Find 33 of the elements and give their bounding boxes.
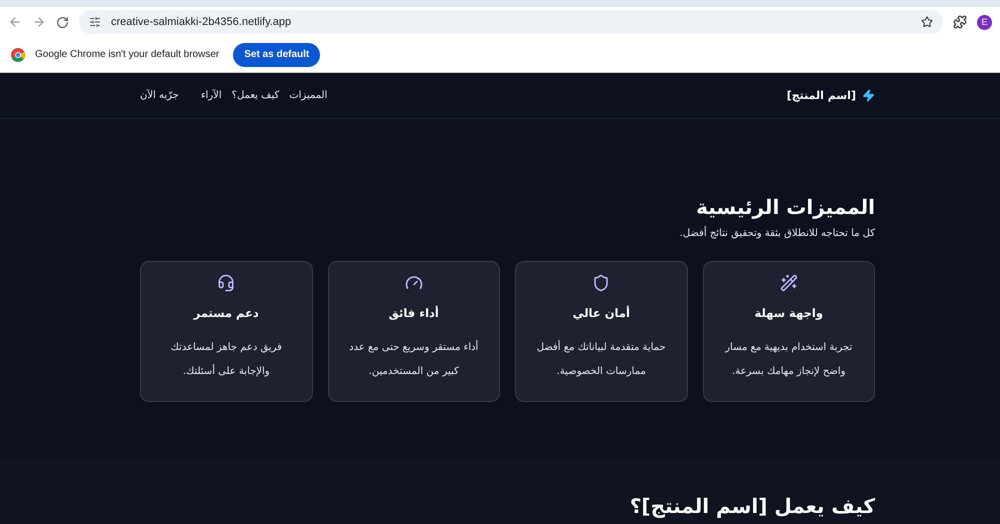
set-default-button[interactable]: Set as default <box>233 42 320 66</box>
infobar-message: Google Chrome isn't your default browser <box>35 49 220 60</box>
feature-description: فريق دعم جاهز لمساعدتك والإجابة على أسئلتك. <box>170 341 283 379</box>
url-text: creative-salmiakki-2b4356.netlify.app <box>111 16 292 28</box>
forward-icon[interactable] <box>32 15 46 29</box>
gauge-icon <box>404 274 423 292</box>
shield-icon <box>592 274 610 292</box>
feature-title: واجهة سهلة <box>754 306 824 320</box>
address-bar[interactable]: creative-salmiakki-2b4356.netlify.app <box>79 10 943 34</box>
feature-title: دعم مستمر <box>194 306 259 320</box>
nav-link[interactable]: كيف يعمل؟ <box>232 90 280 101</box>
chrome-logo-icon <box>11 48 25 62</box>
brand-name: [اسم المنتج] <box>786 89 856 102</box>
profile-avatar[interactable]: E <box>977 14 992 30</box>
nav-link[interactable]: الآراء <box>200 90 222 101</box>
feature-description: تجربة استخدام بديهية مع مسار واضح لإنجاز مهامك بسرعة. <box>724 341 854 379</box>
back-icon[interactable] <box>8 15 22 29</box>
lightning-icon <box>862 89 875 102</box>
reload-icon[interactable] <box>56 16 69 28</box>
feature-title: أمان عالي <box>572 306 630 320</box>
extensions-icon[interactable] <box>953 15 967 29</box>
section-title: المميزات الرئيسية <box>695 195 875 219</box>
section-title: كيف يعمل [اسم المنتج]؟ <box>628 494 875 518</box>
feature-title: أداء فائق <box>388 306 439 320</box>
section-subtitle: كل ما تحتاجه للانطلاق بثقة وتحقيق نتائج أفضل. <box>678 228 875 239</box>
feature-description: حماية متقدمة لبياناتك مع أفضل ممارسات الخصوصية. <box>536 339 667 379</box>
nav-link[interactable]: المميزات <box>289 90 328 101</box>
site-settings-icon[interactable] <box>89 16 101 28</box>
headset-icon <box>217 274 236 292</box>
bookmark-star-icon[interactable] <box>921 16 933 28</box>
magic-wand-icon <box>780 274 798 292</box>
nav-link[interactable]: جرّبه الآن <box>140 90 179 101</box>
feature-description: أداء مستقر وسريع حتى مع عدد كبير من المستخدمين. <box>348 339 480 379</box>
